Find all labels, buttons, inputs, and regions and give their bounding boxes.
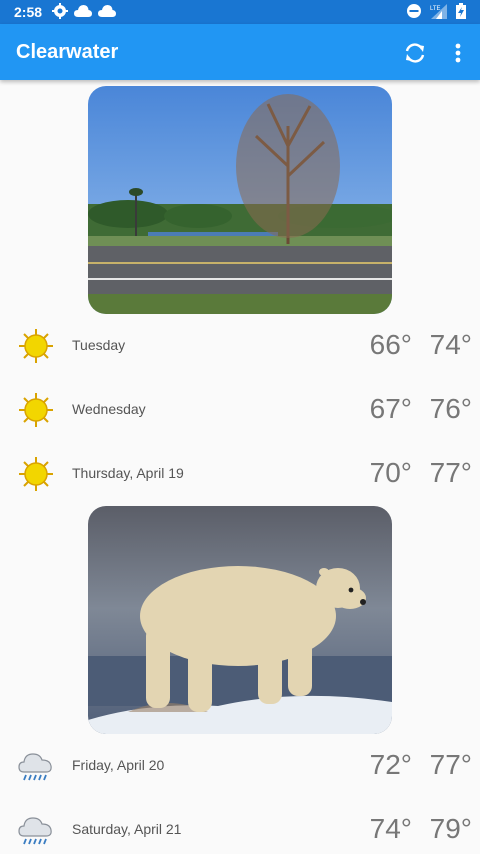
forecast-day: Wednesday — [72, 401, 146, 417]
landscape-photo — [88, 86, 392, 314]
forecast-high: 77° — [429, 749, 472, 780]
forecast-row[interactable]: Friday, April 20 72° 77° — [0, 734, 480, 798]
rain-cloud-icon — [18, 817, 52, 845]
forecast-row[interactable]: Wednesday 67° 76° — [0, 378, 480, 442]
lte-signal-icon: LTE — [430, 4, 447, 19]
forecast-high: 74° — [429, 329, 472, 360]
forecast-high: 79° — [429, 813, 472, 844]
sun-icon — [19, 329, 53, 363]
rain-cloud-icon — [18, 753, 52, 781]
status-time: 2:58 — [14, 4, 43, 20]
cloud-icon — [98, 5, 116, 17]
battery-charging-icon — [456, 3, 466, 19]
forecast-low: 74° — [369, 813, 412, 844]
forecast-row[interactable]: Thursday, April 19 70° 77° — [0, 442, 480, 506]
sun-icon — [19, 457, 53, 491]
app-bar: Clearwater — [0, 24, 480, 80]
forecast-day: Thursday, April 19 — [72, 465, 184, 481]
settings-icon — [52, 3, 68, 19]
forecast-row[interactable]: Saturday, April 21 74° 79° — [0, 798, 480, 854]
location-title: Clearwater — [16, 41, 119, 63]
forecast-list[interactable]: Tuesday 66° 74° Wednesday 67° 76° Thursd… — [0, 80, 480, 854]
do-not-disturb-icon — [407, 4, 421, 18]
forecast-low: 70° — [369, 457, 412, 488]
refresh-icon — [405, 43, 425, 63]
overflow-menu-button[interactable] — [447, 40, 469, 66]
status-bar: 2:58 LTE — [0, 0, 480, 24]
cloud-icon — [74, 5, 92, 17]
refresh-button[interactable] — [402, 40, 428, 66]
forecast-day: Friday, April 20 — [72, 757, 165, 773]
sun-icon — [19, 393, 53, 427]
forecast-low: 72° — [369, 749, 412, 780]
more-vert-icon — [455, 43, 461, 63]
forecast-low: 66° — [369, 329, 412, 360]
forecast-day: Tuesday — [72, 337, 126, 353]
forecast-high: 76° — [429, 393, 472, 424]
polar-bear-photo — [88, 506, 392, 734]
svg-text:LTE: LTE — [430, 6, 441, 12]
forecast-day: Saturday, April 21 — [72, 821, 182, 837]
forecast-high: 77° — [429, 457, 472, 488]
forecast-low: 67° — [369, 393, 412, 424]
forecast-row[interactable]: Tuesday 66° 74° — [0, 314, 480, 378]
